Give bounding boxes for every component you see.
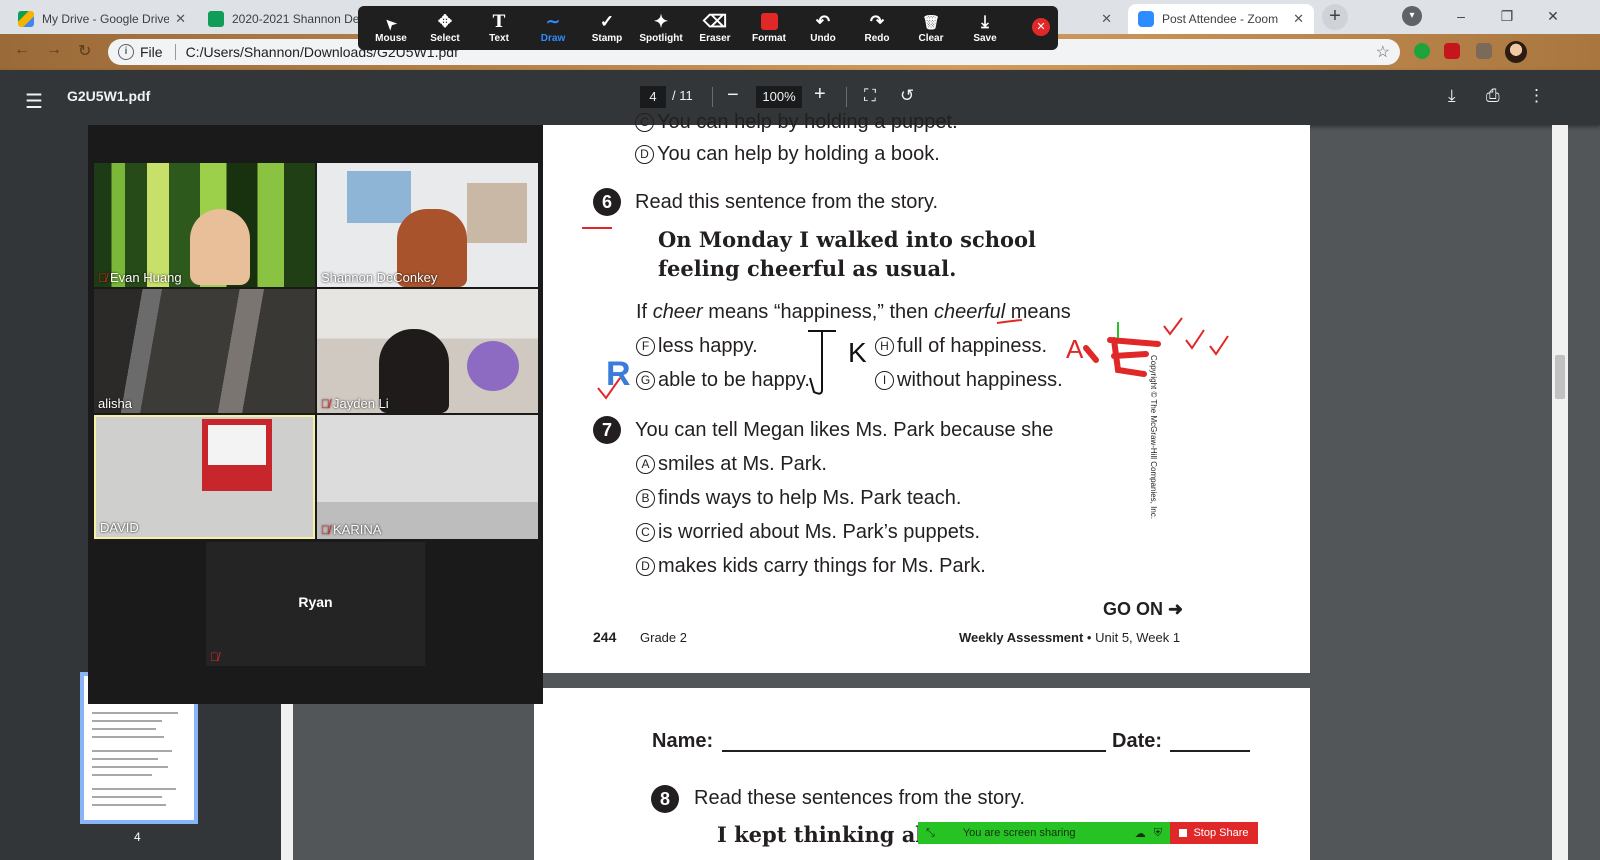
video-tile[interactable]: Shannon DeConkey (317, 163, 538, 287)
participant-name: 🎙̸ Jayden Li (321, 396, 389, 411)
participant-label: Evan Huang (110, 270, 182, 285)
wall-calendar-page (208, 425, 266, 465)
video-tile-camera-off[interactable]: Ryan 🎙̸ (206, 542, 425, 666)
participant-name: DAVID (100, 520, 139, 535)
video-tile[interactable]: 🎙̸ Evan Huang (94, 163, 315, 287)
muted-mic-icon: 🎙̸ (321, 522, 330, 537)
check-mark-icon (1185, 329, 1205, 350)
wall-poster (467, 183, 527, 243)
video-tile[interactable]: alisha (94, 289, 315, 413)
stop-share-button[interactable]: Stop Share (1170, 822, 1258, 844)
participant-name: alisha (98, 396, 132, 411)
participant-name: 🎙̸ KARINA (321, 522, 381, 537)
annotation-stroke (1083, 337, 1161, 377)
participant-name: Ryan (298, 594, 333, 610)
check-mark-icon (1209, 335, 1229, 356)
annotation-stroke (996, 319, 1023, 324)
share-status[interactable]: ⤡ You are screen sharing ☁ ⛨ (918, 822, 1170, 844)
annotation-letter: K (848, 337, 867, 368)
participant-label: Jayden Li (333, 396, 389, 411)
cloud-icon: ☁ (1134, 827, 1146, 840)
check-mark-icon (1163, 317, 1183, 336)
participant-face (379, 329, 449, 413)
annotation-letter: A (1066, 334, 1084, 364)
participant-name: Shannon DeConkey (321, 270, 437, 285)
muted-mic-icon: 🎙̸ (321, 396, 330, 411)
video-tile[interactable]: 🎙̸ Jayden Li (317, 289, 538, 413)
shield-icon: ⛨ (1153, 826, 1162, 839)
muted-mic-icon: 🎙̸ (210, 650, 219, 664)
stop-icon (1179, 829, 1188, 837)
participant-label: KARINA (333, 522, 382, 537)
participant-label: Shannon DeConkey (321, 270, 438, 285)
participant-label: alisha (98, 396, 132, 411)
wall-poster (347, 171, 411, 223)
participant-label: DAVID (100, 520, 139, 535)
share-status-text: You are screen sharing (962, 827, 1076, 839)
scrollbar-thumb[interactable] (1555, 355, 1565, 399)
stop-share-label: Stop Share (1193, 827, 1249, 839)
pin-icon[interactable]: ⤡ (926, 827, 935, 840)
annotation-stroke (808, 330, 836, 395)
muted-mic-icon: 🎙̸ (98, 270, 107, 285)
screen-share-bar: ⤡ You are screen sharing ☁ ⛨ Stop Share (918, 822, 1258, 844)
participant-name: 🎙̸ Evan Huang (98, 270, 182, 285)
video-tile-active-speaker[interactable]: DAVID (94, 415, 315, 539)
zoom-gallery-panel: 🎙̸ Evan Huang Shannon DeConkey alisha 🎙̸ J… (88, 125, 543, 704)
participant-face (190, 209, 250, 285)
page-scrollbar[interactable] (1552, 125, 1568, 860)
video-tile[interactable]: 🎙̸ KARINA (317, 415, 538, 539)
room-object (467, 341, 519, 391)
annotation-letter: R (606, 355, 631, 393)
